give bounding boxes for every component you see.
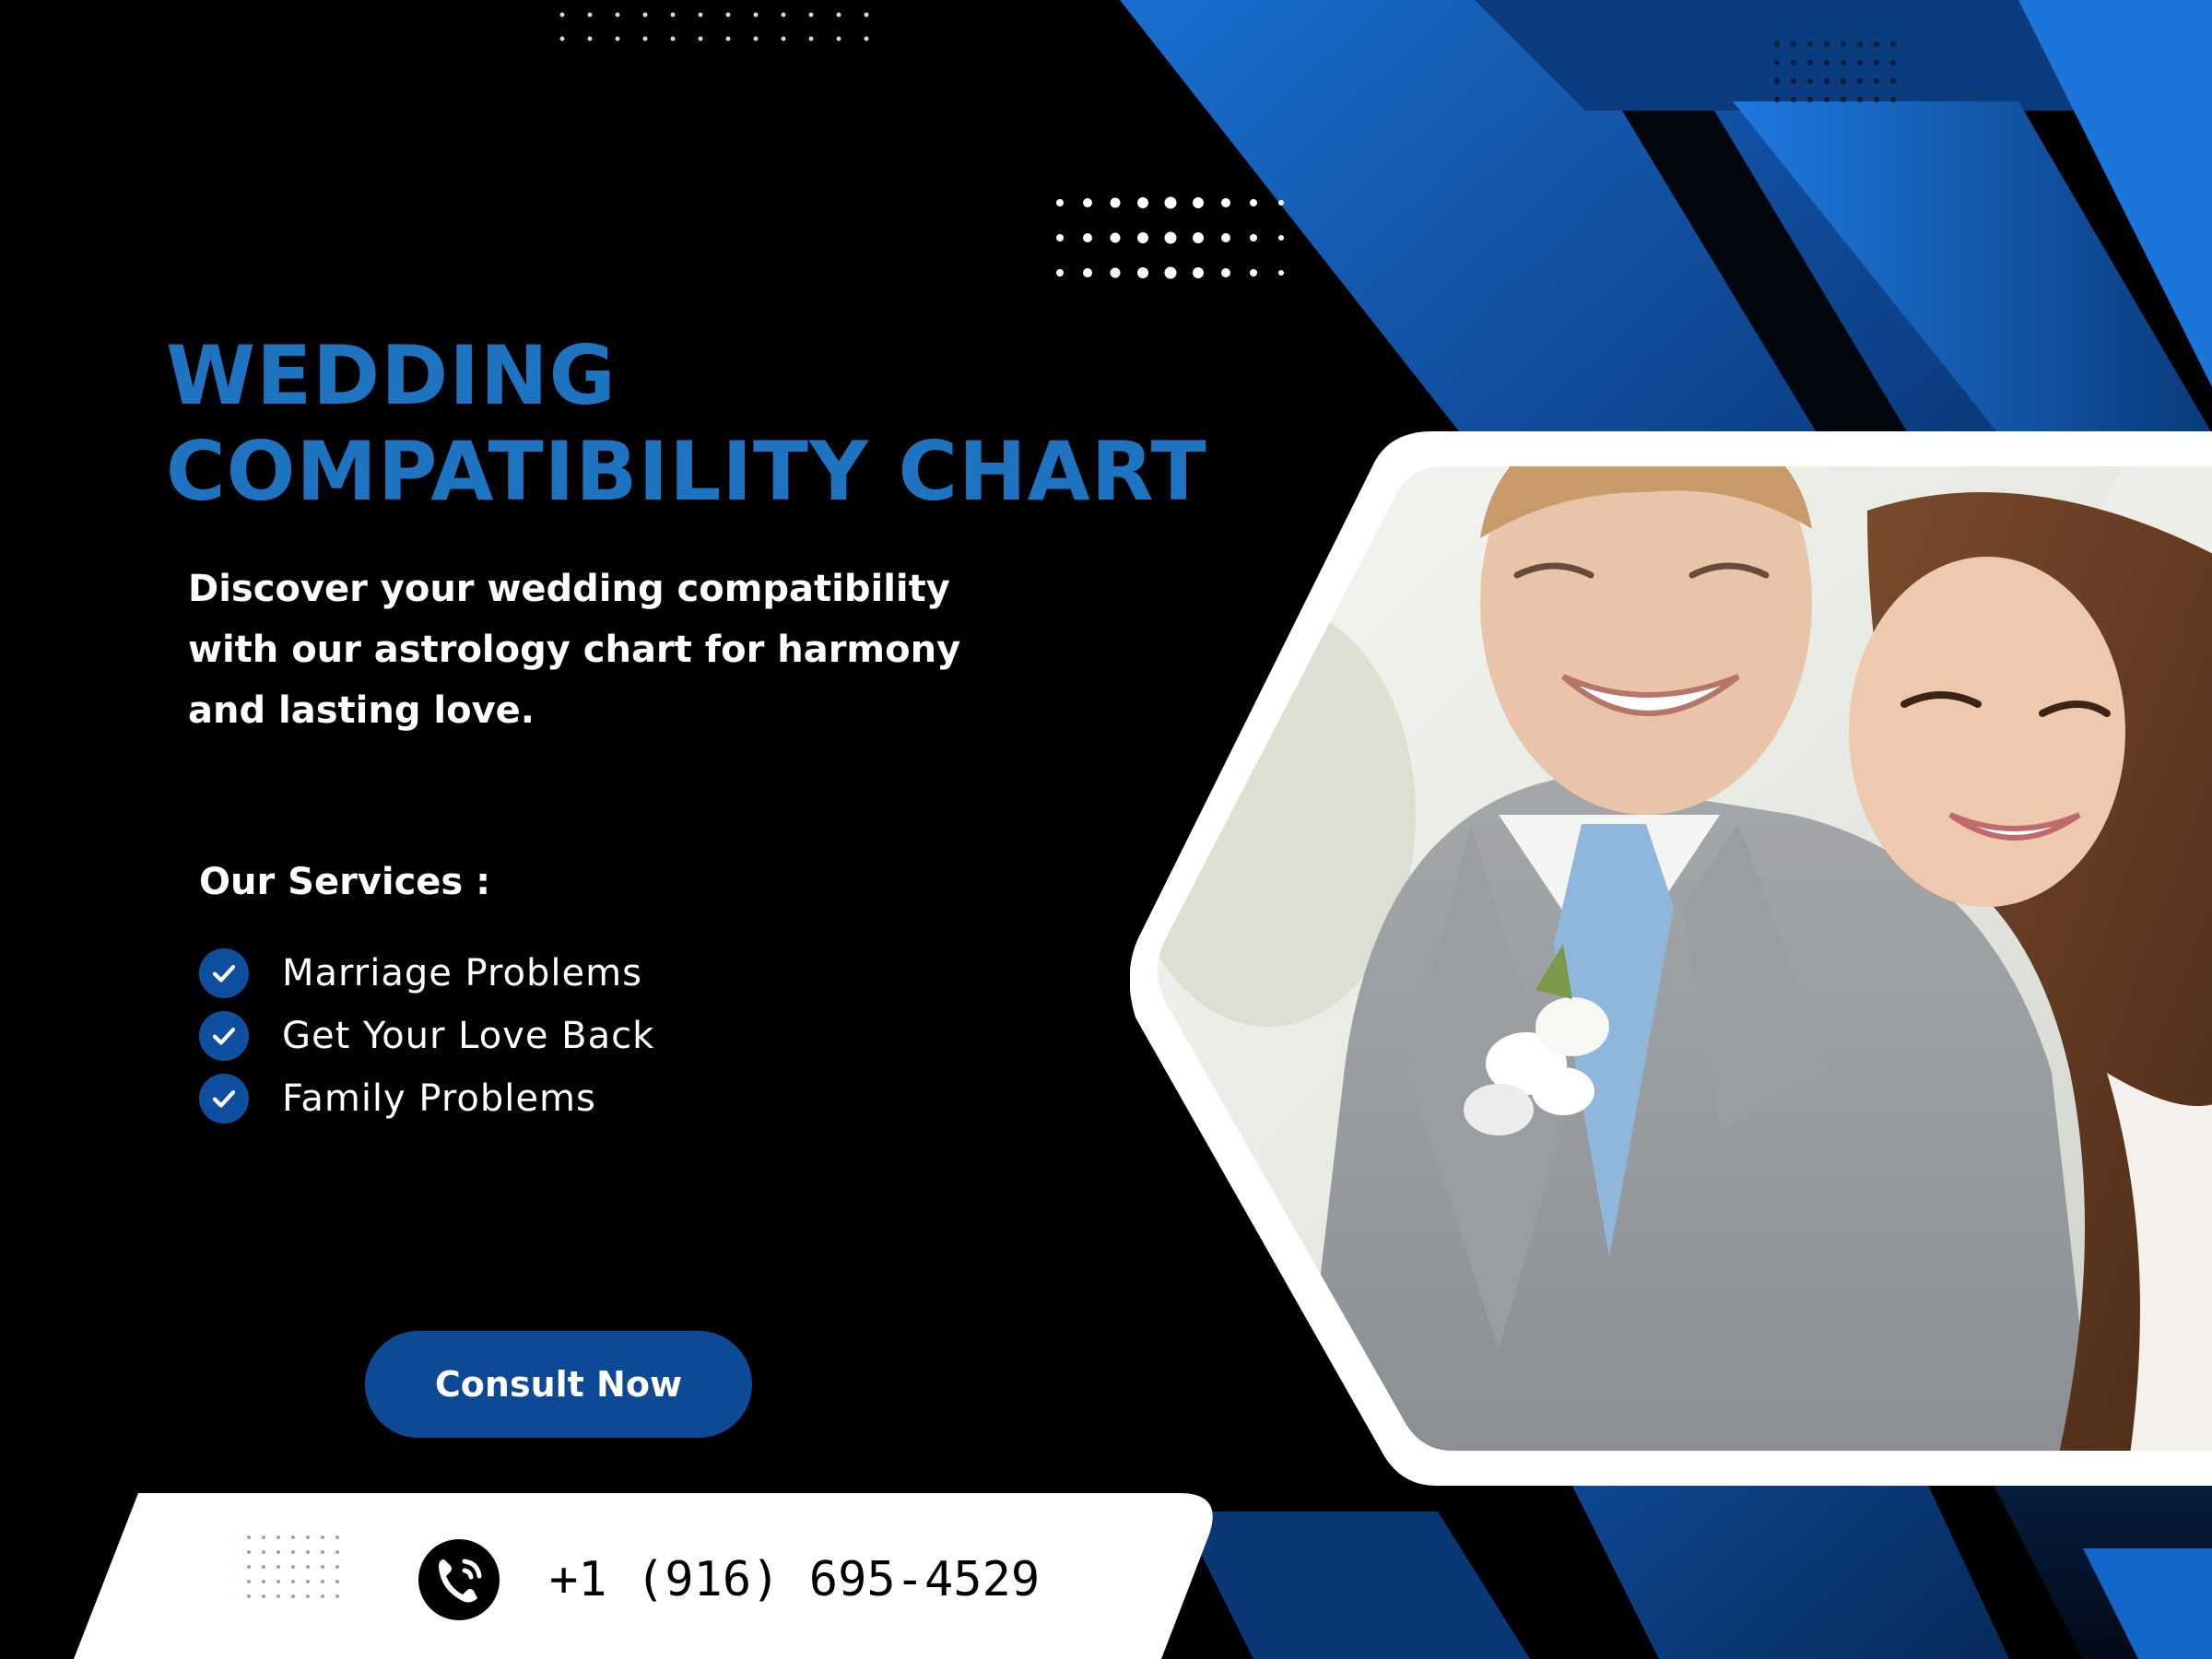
description: Discover your wedding compatibility with…	[188, 568, 961, 732]
phone-icon	[418, 1539, 500, 1620]
poster: WEDDING COMPATIBILITY CHART Discover you…	[0, 0, 2212, 1659]
title-line-2: COMPATIBILITY CHART	[166, 424, 1207, 519]
service-item-get-your-love-back: Get Your Love Back	[199, 1005, 654, 1067]
phone-number[interactable]: +1 (916) 695-4529	[549, 1550, 1040, 1609]
services-heading: Our Services :	[199, 861, 491, 903]
dot-grid-right	[1774, 41, 1896, 102]
check-icon	[199, 1074, 249, 1124]
check-icon	[199, 1011, 249, 1061]
service-label: Family Problems	[282, 1077, 596, 1120]
dot-grid-top	[559, 12, 869, 41]
service-label: Marriage Problems	[282, 952, 642, 994]
consult-now-button[interactable]: Consult Now	[365, 1331, 752, 1438]
service-label: Get Your Love Back	[282, 1015, 655, 1057]
services-list: Marriage Problems Get Your Love Back Fam…	[199, 942, 654, 1130]
check-icon	[199, 948, 249, 998]
service-item-marriage-problems: Marriage Problems	[199, 942, 654, 1005]
dot-grid-footer	[247, 1535, 339, 1598]
dot-grid-middle	[1056, 196, 1284, 279]
service-item-family-problems: Family Problems	[199, 1067, 654, 1130]
title-line-1: WEDDING	[166, 328, 617, 423]
couple-photo	[1130, 431, 2212, 1486]
blue-band-bottom-edge	[1180, 1512, 1530, 1659]
